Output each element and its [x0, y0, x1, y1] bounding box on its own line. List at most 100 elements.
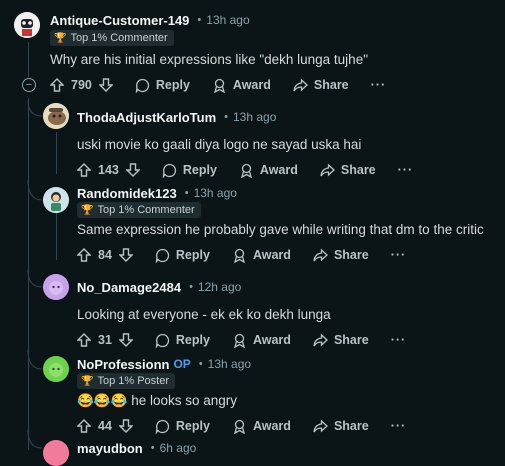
upvote-icon[interactable] — [77, 163, 91, 177]
avatar[interactable] — [43, 274, 69, 300]
upvote-icon[interactable] — [77, 333, 91, 347]
upvote-icon[interactable] — [50, 78, 64, 92]
timestamp[interactable]: 6h ago — [160, 441, 197, 455]
more-options-icon[interactable]: ··· — [371, 78, 387, 92]
share-button[interactable]: Share — [313, 333, 369, 348]
award-button[interactable]: Award — [232, 419, 291, 434]
share-icon — [320, 163, 335, 176]
reply-icon — [155, 333, 170, 348]
comment-body: uski movie ko gaali diya logo ne sayad u… — [77, 137, 362, 152]
username[interactable]: mayudbon — [77, 441, 143, 456]
avatar[interactable] — [43, 356, 69, 382]
reply-button[interactable]: Reply — [135, 78, 190, 93]
comment-actions: 31 Reply Award Share ··· — [77, 328, 406, 352]
reply-icon — [155, 248, 170, 263]
downvote-icon[interactable] — [118, 419, 133, 433]
vote-count: 84 — [98, 248, 112, 262]
avatar-icon — [43, 187, 69, 213]
share-icon — [313, 419, 328, 432]
comment-actions: 84 Reply Award Share ··· — [77, 243, 406, 267]
award-button[interactable]: Award — [232, 333, 291, 348]
vote-control: 31 — [77, 333, 133, 347]
username[interactable]: No_Damage2484 — [77, 280, 181, 295]
username[interactable]: ThodaAdjustKarloTum — [77, 110, 216, 125]
share-button[interactable]: Share — [293, 78, 349, 93]
avatar-icon — [43, 440, 69, 466]
separator-dot: • — [184, 187, 189, 199]
downvote-icon[interactable] — [118, 248, 133, 262]
timestamp[interactable]: 13h ago — [233, 110, 276, 124]
award-label: Award — [252, 419, 291, 433]
downvote-icon[interactable] — [98, 78, 113, 92]
emoji-laughing: 😂😂😂 — [77, 393, 128, 408]
reply-button[interactable]: Reply — [155, 333, 210, 348]
separator-dot: • — [150, 442, 155, 454]
vote-count: 143 — [98, 163, 119, 177]
trophy-icon: 🏆 — [81, 204, 94, 216]
avatar[interactable] — [43, 187, 69, 213]
reply-label: Reply — [175, 419, 210, 433]
reply-button[interactable]: Reply — [162, 163, 217, 178]
upvote-icon[interactable] — [77, 248, 91, 262]
reply-button[interactable]: Reply — [155, 248, 210, 263]
reply-icon — [135, 78, 149, 93]
username[interactable]: Antique-Customer-149 — [50, 13, 189, 28]
share-label: Share — [333, 248, 369, 262]
share-label: Share — [333, 419, 369, 433]
downvote-icon[interactable] — [125, 163, 140, 177]
share-label: Share — [333, 333, 369, 347]
flair-text: Top 1% Poster — [97, 375, 169, 387]
award-button[interactable]: Award — [232, 248, 291, 263]
award-button[interactable]: Award — [239, 163, 298, 178]
share-label: Share — [313, 78, 349, 92]
avatar-icon — [14, 12, 40, 38]
trophy-icon: 🏆 — [81, 375, 94, 387]
comment-body: Why are his initial expressions like "de… — [50, 52, 368, 67]
more-options-icon[interactable]: ··· — [391, 419, 407, 433]
timestamp[interactable]: 13h ago — [206, 13, 249, 27]
share-icon — [313, 333, 328, 346]
vote-count: 44 — [98, 419, 112, 433]
award-button[interactable]: Award — [212, 78, 271, 93]
share-button[interactable]: Share — [313, 248, 369, 263]
thread-line-main — [28, 98, 29, 450]
upvote-icon[interactable] — [77, 419, 91, 433]
user-flair: 🏆 Top 1% Commenter — [77, 202, 201, 218]
vote-control: 44 — [77, 419, 133, 433]
more-options-icon[interactable]: ··· — [391, 333, 407, 347]
comment-body: Looking at everyone - ek ek ko dekh lung… — [77, 307, 331, 322]
op-badge: OP — [173, 357, 191, 371]
award-icon — [234, 419, 245, 434]
avatar[interactable] — [43, 103, 69, 129]
separator-dot: • — [197, 14, 202, 26]
timestamp[interactable]: 13h ago — [208, 357, 251, 371]
trophy-icon: 🏆 — [54, 32, 67, 44]
avatar[interactable] — [43, 440, 69, 466]
username[interactable]: Randomidek123 — [77, 186, 177, 201]
flair-text: Top 1% Commenter — [97, 204, 195, 216]
timestamp[interactable]: 13h ago — [194, 186, 237, 200]
comment-actions: 143 Reply Award Share ··· — [77, 158, 413, 182]
award-icon — [213, 78, 225, 93]
reply-label: Reply — [175, 333, 210, 347]
vote-control: 790 — [50, 78, 113, 92]
avatar[interactable] — [14, 12, 40, 38]
reply-label: Reply — [155, 78, 190, 92]
share-button[interactable]: Share — [320, 163, 376, 178]
award-label: Award — [232, 78, 271, 92]
collapse-thread-button[interactable]: − — [22, 78, 36, 92]
vote-count: 790 — [71, 78, 92, 92]
username[interactable]: NoProfessionn — [77, 357, 169, 372]
comment-body: Same expression he probably gave while w… — [77, 222, 484, 237]
timestamp[interactable]: 12h ago — [198, 280, 241, 294]
thread-line-child — [56, 132, 57, 174]
share-button[interactable]: Share — [313, 419, 369, 434]
more-options-icon[interactable]: ··· — [398, 163, 414, 177]
avatar-icon — [43, 274, 69, 300]
downvote-icon[interactable] — [118, 333, 133, 347]
vote-count: 31 — [98, 333, 112, 347]
more-options-icon[interactable]: ··· — [391, 248, 407, 262]
reply-button[interactable]: Reply — [155, 419, 210, 434]
vote-control: 84 — [77, 248, 133, 262]
separator-dot: • — [189, 281, 193, 293]
